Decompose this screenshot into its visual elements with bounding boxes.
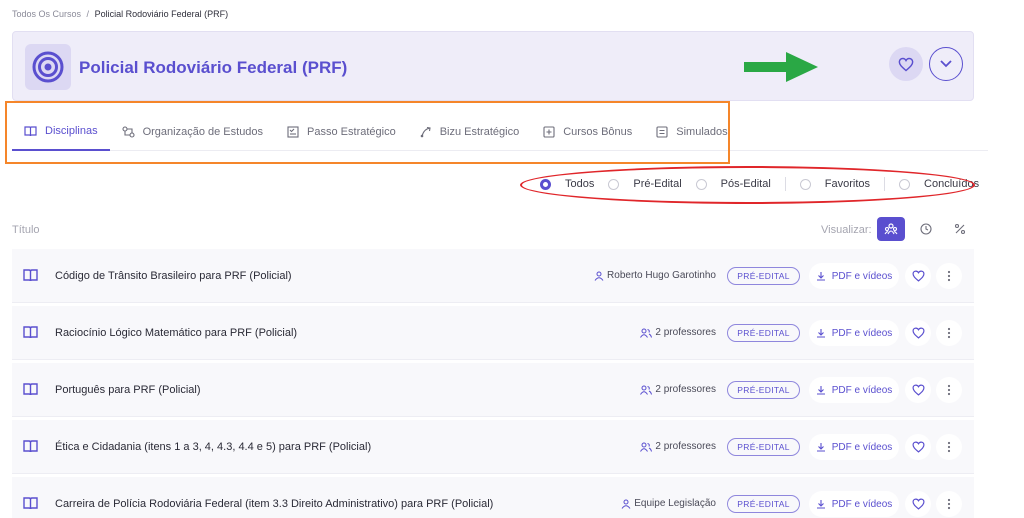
professor-info: Roberto Hugo Garotinho [594,270,716,281]
course-row-title[interactable]: Raciocínio Lógico Matemático para PRF (P… [55,327,297,339]
course-row-title[interactable]: Ética e Cidadania (itens 1 a 3, 4, 4.3, … [55,441,371,453]
breadcrumb-root[interactable]: Todos Os Cursos [12,9,81,19]
download-icon [816,272,825,281]
book-icon [23,269,38,287]
professor-name: 2 professores [655,384,716,395]
pdf-videos-button[interactable]: PDF e vídeos [809,377,899,403]
course-row-title[interactable]: Português para PRF (Policial) [55,384,201,396]
kebab-icon [947,327,951,339]
pdf-videos-label: PDF e vídeos [831,384,893,396]
professor-name: Roberto Hugo Garotinho [607,270,716,281]
book-icon [23,440,38,458]
clock-icon [920,223,932,235]
heart-icon [911,327,925,339]
table-row[interactable]: Português para PRF (Policial) 2 professo… [12,363,974,417]
pdf-videos-label: PDF e vídeos [831,270,893,282]
view-by-percent-button[interactable] [946,217,974,241]
target-icon [25,44,71,90]
kebab-icon [947,384,951,396]
user-icon [594,271,604,281]
status-badge: PRÉ-EDITAL [727,267,800,285]
status-badge: PRÉ-EDITAL [727,438,800,456]
annotation-orange-box [5,101,730,164]
heart-icon [911,384,925,396]
download-icon [816,500,825,509]
percent-icon [954,223,966,235]
kebab-icon [947,498,951,510]
book-icon [23,497,38,515]
course-row-title[interactable]: Código de Trânsito Brasileiro para PRF (… [55,270,292,282]
annotation-arrow-icon [744,52,818,82]
professor-name: Equipe Legislação [634,498,716,509]
professor-name: 2 professores [655,441,716,452]
pdf-videos-button[interactable]: PDF e vídeos [809,320,899,346]
breadcrumb-separator: / [86,9,90,19]
column-title-header: Título [12,224,40,236]
download-icon [816,386,825,395]
course-row-title[interactable]: Carreira de Polícia Rodoviária Federal (… [55,498,493,510]
more-options-button[interactable] [936,491,962,517]
kebab-icon [947,441,951,453]
pdf-videos-label: PDF e vídeos [831,441,893,453]
table-row[interactable]: Raciocínio Lógico Matemático para PRF (P… [12,306,974,360]
professor-info: Equipe Legislação [621,498,716,509]
expand-header-button[interactable] [929,47,963,81]
pdf-videos-label: PDF e vídeos [831,498,893,510]
chevron-down-icon [940,60,952,68]
table-row[interactable]: Código de Trânsito Brasileiro para PRF (… [12,249,974,303]
table-row[interactable]: Carreira de Polícia Rodoviária Federal (… [12,477,974,518]
professor-info: 2 professores [640,384,716,395]
users-icon [640,442,653,452]
breadcrumb-current: Policial Rodoviário Federal (PRF) [94,9,229,19]
heart-icon [898,57,914,71]
annotation-red-ellipse [520,166,975,204]
more-options-button[interactable] [936,320,962,346]
download-icon [816,443,825,452]
heart-icon [911,498,925,510]
favorite-row-button[interactable] [905,434,931,460]
more-options-button[interactable] [936,434,962,460]
professor-info: 2 professores [640,327,716,338]
pdf-videos-button[interactable]: PDF e vídeos [809,491,899,517]
favorite-row-button[interactable] [905,377,931,403]
favorite-course-button[interactable] [889,47,923,81]
user-icon [621,499,631,509]
more-options-button[interactable] [936,377,962,403]
users-icon [640,385,653,395]
kebab-icon [947,270,951,282]
book-icon [23,383,38,401]
book-icon [23,326,38,344]
course-header: Policial Rodoviário Federal (PRF) [12,31,974,101]
visualize-label: Visualizar: [821,224,872,236]
pdf-videos-button[interactable]: PDF e vídeos [809,434,899,460]
heart-icon [911,270,925,282]
favorite-row-button[interactable] [905,263,931,289]
table-row[interactable]: Ética e Cidadania (itens 1 a 3, 4, 4.3, … [12,420,974,474]
favorite-row-button[interactable] [905,320,931,346]
more-options-button[interactable] [936,263,962,289]
page-title: Policial Rodoviário Federal (PRF) [79,58,348,77]
breadcrumb: Todos Os Cursos / Policial Rodoviário Fe… [12,9,228,19]
view-by-teacher-button[interactable] [877,217,905,241]
favorite-row-button[interactable] [905,491,931,517]
users-icon [640,328,653,338]
status-badge: PRÉ-EDITAL [727,495,800,513]
view-by-time-button[interactable] [912,217,940,241]
pdf-videos-label: PDF e vídeos [831,327,893,339]
people-icon [884,223,898,235]
professor-name: 2 professores [655,327,716,338]
pdf-videos-button[interactable]: PDF e vídeos [809,263,899,289]
download-icon [816,329,825,338]
status-badge: PRÉ-EDITAL [727,381,800,399]
professor-info: 2 professores [640,441,716,452]
status-badge: PRÉ-EDITAL [727,324,800,342]
heart-icon [911,441,925,453]
